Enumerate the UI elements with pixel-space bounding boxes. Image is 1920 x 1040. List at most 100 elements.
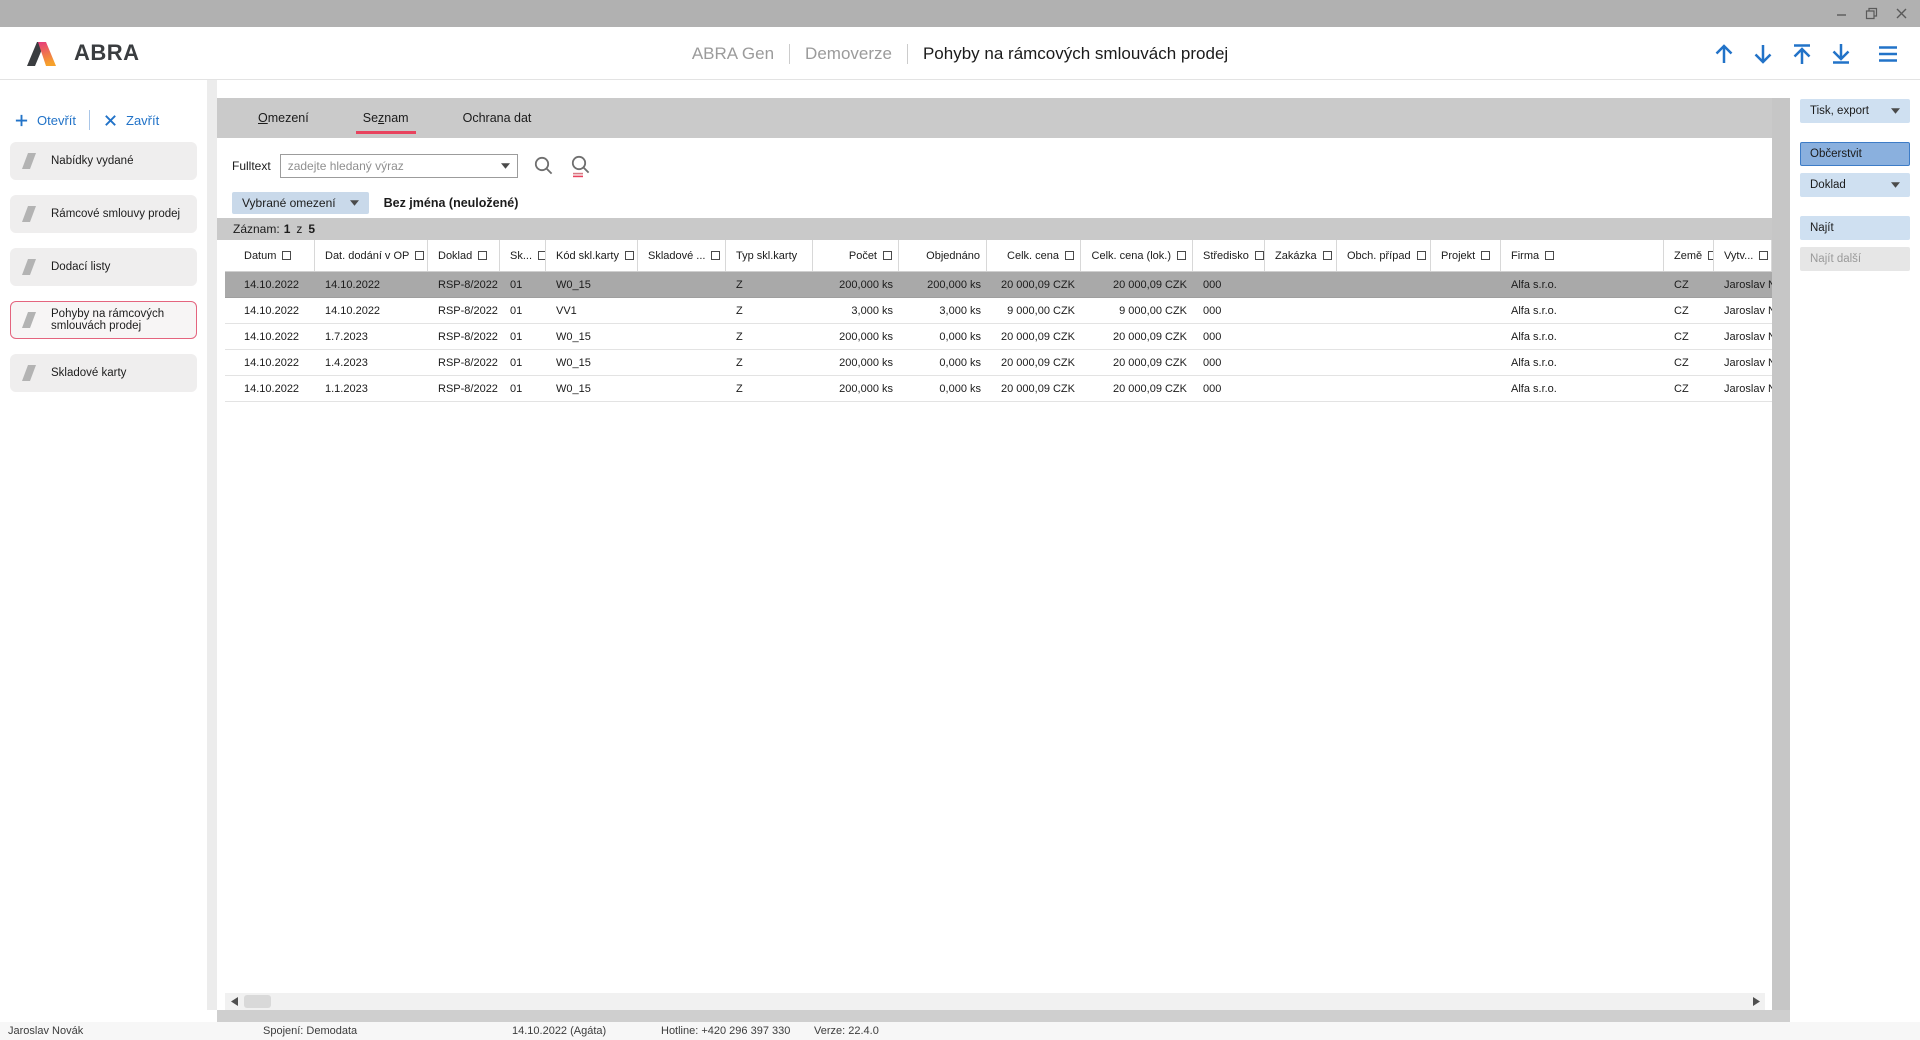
cell-zeme: CZ bbox=[1664, 324, 1714, 349]
sidebar-actions: Otevřít Zavřít bbox=[14, 110, 207, 130]
sidebar-item-nabidky-vydane[interactable]: Nabídky vydané bbox=[10, 142, 197, 180]
column-header-datum[interactable]: Datum bbox=[225, 240, 315, 271]
column-header-zakazka[interactable]: Zakázka bbox=[1265, 240, 1337, 271]
cell-vytv: Jaroslav Novák bbox=[1714, 350, 1772, 375]
scroll-right-icon[interactable] bbox=[1747, 993, 1765, 1010]
fulltext-label: Fulltext bbox=[232, 159, 271, 173]
breadcrumb-separator bbox=[907, 44, 908, 64]
sidebar-item-ramcove-smlouvy-prodej[interactable]: Rámcové smlouvy prodej bbox=[10, 195, 197, 233]
open-button-label: Otevřít bbox=[37, 113, 76, 128]
cell-vytv: Jaroslav Novák bbox=[1714, 298, 1772, 323]
column-header-zeme[interactable]: Země bbox=[1664, 240, 1714, 271]
cell-celk-cena: 20 000,09 CZK bbox=[987, 350, 1081, 375]
arrow-to-top-icon[interactable] bbox=[1790, 42, 1814, 66]
column-filter-box-icon[interactable] bbox=[1759, 251, 1768, 260]
column-filter-box-icon[interactable] bbox=[625, 251, 634, 260]
cell-firma: Alfa s.r.o. bbox=[1501, 272, 1664, 297]
column-filter-box-icon[interactable] bbox=[1481, 251, 1490, 260]
column-header-kod-skl-karty[interactable]: Kód skl.karty bbox=[546, 240, 638, 271]
column-filter-box-icon[interactable] bbox=[538, 251, 546, 260]
column-filter-box-icon[interactable] bbox=[478, 251, 487, 260]
column-filter-box-icon[interactable] bbox=[1065, 251, 1074, 260]
column-filter-box-icon[interactable] bbox=[883, 251, 892, 260]
table-row[interactable]: 14.10.202214.10.2022RSP-8/202201VV1Z3,00… bbox=[225, 298, 1772, 324]
cell-doklad: RSP-8/2022 bbox=[428, 350, 500, 375]
column-filter-box-icon[interactable] bbox=[415, 251, 424, 260]
column-header-projekt[interactable]: Projekt bbox=[1431, 240, 1501, 271]
menu-icon[interactable] bbox=[1876, 42, 1900, 66]
column-filter-box-icon[interactable] bbox=[282, 251, 291, 260]
selected-restriction-button[interactable]: Vybrané omezení bbox=[232, 192, 369, 214]
scroll-left-icon[interactable] bbox=[225, 993, 243, 1010]
arrow-to-bottom-icon[interactable] bbox=[1829, 42, 1853, 66]
chevron-down-icon bbox=[350, 200, 359, 206]
fulltext-dropdown-arrow-icon[interactable] bbox=[495, 163, 517, 169]
cell-zeme: CZ bbox=[1664, 376, 1714, 401]
column-header-objednano[interactable]: Objednáno bbox=[899, 240, 987, 271]
column-header-pocet[interactable]: Počet bbox=[813, 240, 899, 271]
column-header-stredisko[interactable]: Středisko bbox=[1193, 240, 1265, 271]
cell-zakazka bbox=[1265, 272, 1337, 297]
breadcrumb: ABRA Gen Demoverze Pohyby na rámcových s… bbox=[0, 27, 1920, 80]
plus-icon bbox=[14, 113, 29, 128]
column-header-doklad[interactable]: Doklad bbox=[428, 240, 500, 271]
tab-ochrana-dat[interactable]: Ochrana dat bbox=[436, 98, 559, 138]
close-icon[interactable] bbox=[1893, 5, 1910, 22]
button-label: Tisk, export bbox=[1810, 105, 1869, 117]
najit-button[interactable]: Najít bbox=[1800, 216, 1910, 240]
status-hotline: Hotline: +420 296 397 330 bbox=[661, 1025, 790, 1037]
sidebar: Otevřít Zavřít Nabídky vydané Rámcové sml… bbox=[0, 80, 207, 1022]
table-row[interactable]: 14.10.202214.10.2022RSP-8/202201W0_15Z20… bbox=[225, 272, 1772, 298]
column-header-typ-skl-karty[interactable]: Typ skl.karty bbox=[726, 240, 813, 271]
cell-projekt bbox=[1431, 350, 1501, 375]
cell-celk-cena-lok: 9 000,00 CZK bbox=[1081, 298, 1193, 323]
column-filter-box-icon[interactable] bbox=[711, 251, 720, 260]
column-header-label: Kód skl.karty bbox=[556, 250, 619, 262]
obcerstvit-button[interactable]: Občerstvit bbox=[1800, 142, 1910, 166]
search-icon[interactable] bbox=[533, 155, 555, 178]
column-header-dat-dodani-v-op[interactable]: Dat. dodání v OP bbox=[315, 240, 428, 271]
cell-doklad: RSP-8/2022 bbox=[428, 376, 500, 401]
tab-omezeni[interactable]: Omezení bbox=[231, 98, 336, 138]
column-header-vytv[interactable]: Vytv... bbox=[1714, 240, 1772, 271]
cell-vytv: Jaroslav Novák bbox=[1714, 376, 1772, 401]
column-header-celk-cena[interactable]: Celk. cena bbox=[987, 240, 1081, 271]
main-panel: OmezeníSeznamOchrana dat Fulltext bbox=[217, 80, 1772, 1010]
search-next-icon[interactable] bbox=[570, 155, 592, 178]
arrow-up-icon[interactable] bbox=[1712, 42, 1736, 66]
column-filter-box-icon[interactable] bbox=[1177, 251, 1186, 260]
doklad-button[interactable]: Doklad bbox=[1800, 173, 1910, 197]
column-header-sk[interactable]: Sk... bbox=[500, 240, 546, 271]
column-filter-box-icon[interactable] bbox=[1417, 251, 1426, 260]
restore-icon[interactable] bbox=[1863, 5, 1880, 22]
tab-bar: OmezeníSeznamOchrana dat bbox=[217, 98, 1772, 138]
tisk-export-button[interactable]: Tisk, export bbox=[1800, 99, 1910, 123]
table-row[interactable]: 14.10.20221.7.2023RSP-8/202201W0_15Z200,… bbox=[225, 324, 1772, 350]
column-header-firma[interactable]: Firma bbox=[1501, 240, 1664, 271]
table-body: 14.10.202214.10.2022RSP-8/202201W0_15Z20… bbox=[225, 272, 1772, 402]
minimize-icon[interactable] bbox=[1833, 5, 1850, 22]
arrow-down-icon[interactable] bbox=[1751, 42, 1775, 66]
scrollbar-thumb[interactable] bbox=[244, 995, 271, 1008]
table-row[interactable]: 14.10.20221.1.2023RSP-8/202201W0_15Z200,… bbox=[225, 376, 1772, 402]
column-header-celk-cena-lok[interactable]: Celk. cena (lok.) bbox=[1081, 240, 1193, 271]
sidebar-item-skladove-karty[interactable]: Skladové karty bbox=[10, 354, 197, 392]
column-header-skladove[interactable]: Skladové ... bbox=[638, 240, 726, 271]
table-row[interactable]: 14.10.20221.4.2023RSP-8/202201W0_15Z200,… bbox=[225, 350, 1772, 376]
close-button[interactable]: Zavřít bbox=[103, 113, 159, 128]
tab-seznam[interactable]: Seznam bbox=[336, 98, 436, 138]
column-filter-box-icon[interactable] bbox=[1545, 251, 1554, 260]
cell-sk: 01 bbox=[500, 376, 546, 401]
cell-skladove bbox=[638, 324, 726, 349]
fulltext-input[interactable] bbox=[281, 159, 495, 173]
sidebar-item-label: Nabídky vydané bbox=[51, 155, 133, 167]
open-button[interactable]: Otevřít bbox=[14, 113, 76, 128]
sidebar-item-pohyby-na-ramcovych-smlouvach-prodej[interactable]: Pohyby na rámcových smlouvách prodej bbox=[10, 301, 197, 339]
column-filter-box-icon[interactable] bbox=[1255, 251, 1264, 260]
column-header-obch-pripad[interactable]: Obch. případ bbox=[1337, 240, 1431, 271]
horizontal-scrollbar[interactable] bbox=[225, 993, 1765, 1010]
column-filter-box-icon[interactable] bbox=[1323, 251, 1332, 260]
column-header-label: Středisko bbox=[1203, 250, 1249, 262]
cell-pocet: 200,000 ks bbox=[813, 272, 899, 297]
sidebar-item-dodaci-listy[interactable]: Dodací listy bbox=[10, 248, 197, 286]
